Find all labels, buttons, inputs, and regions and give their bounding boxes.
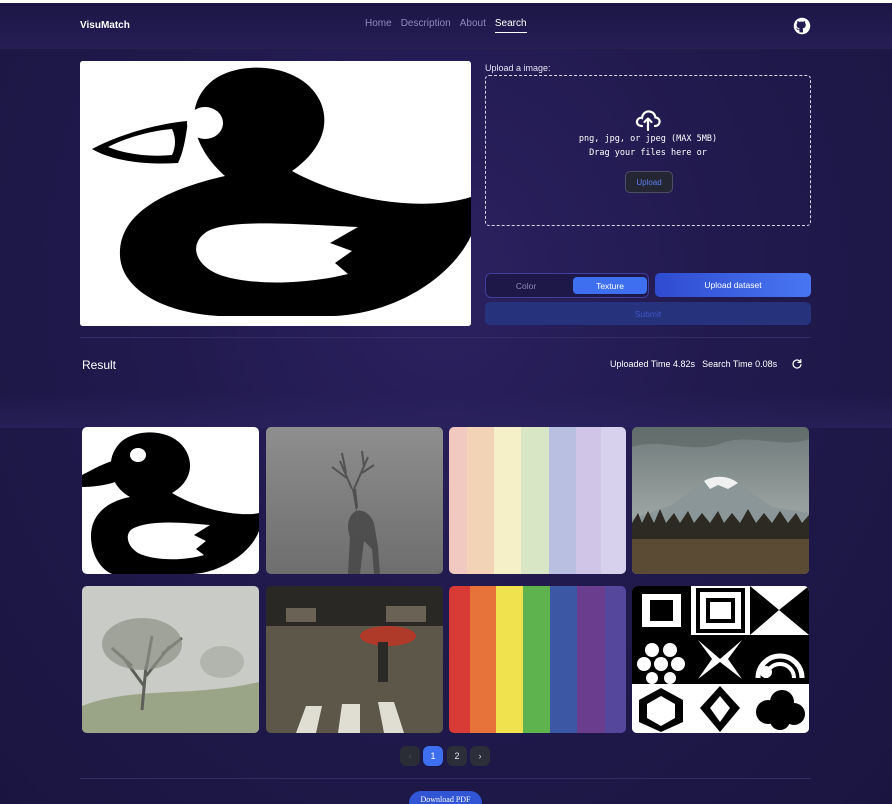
brand-logo[interactable]: VisuMatch bbox=[80, 20, 130, 31]
mode-color-button[interactable]: Color bbox=[490, 277, 562, 294]
github-icon[interactable] bbox=[793, 17, 811, 35]
uploaded-time: Uploaded Time 4.82s bbox=[610, 359, 696, 369]
nav-about[interactable]: About bbox=[460, 18, 486, 33]
upload-drag-hint: Drag your files here or bbox=[589, 148, 707, 158]
result-title: Result bbox=[82, 358, 117, 372]
deer-fog-thumbnail bbox=[266, 427, 443, 574]
rainy-crosswalk-thumbnail bbox=[266, 586, 443, 733]
mode-texture-button[interactable]: Texture bbox=[573, 277, 647, 294]
pagination-prev-button[interactable]: ‹ bbox=[400, 746, 420, 766]
pagination-page-2[interactable]: 2 bbox=[447, 746, 467, 766]
upload-format-hint: png, jpg, or jpeg (MAX 5MB) bbox=[578, 134, 718, 144]
result-image-1[interactable] bbox=[82, 427, 259, 574]
result-header-band bbox=[0, 392, 892, 428]
nav-links: Home Description About Search bbox=[365, 18, 527, 33]
footer-divider bbox=[80, 778, 811, 779]
result-timings: Uploaded Time 4.82s Search Time 0.08s bbox=[610, 359, 777, 369]
result-image-3[interactable] bbox=[449, 427, 626, 574]
foggy-tree-thumbnail bbox=[82, 586, 259, 733]
geometric-pattern-thumbnail bbox=[632, 586, 809, 733]
search-time: Search Time 0.08s bbox=[702, 359, 778, 369]
download-pdf-button[interactable]: Download PDF bbox=[409, 791, 482, 804]
result-image-4[interactable] bbox=[632, 427, 809, 574]
submit-button[interactable]: Submit bbox=[485, 302, 811, 325]
upload-button[interactable]: Upload bbox=[625, 171, 673, 193]
duck-thumbnail bbox=[82, 427, 259, 574]
nav-home[interactable]: Home bbox=[365, 18, 392, 33]
result-image-2[interactable] bbox=[266, 427, 443, 574]
nav-search[interactable]: Search bbox=[494, 18, 527, 33]
search-mode-toggle: Color Texture bbox=[485, 273, 649, 298]
query-image-preview bbox=[80, 61, 471, 326]
result-image-5[interactable] bbox=[82, 586, 259, 733]
section-divider bbox=[80, 337, 811, 338]
mountain-forest-thumbnail bbox=[632, 427, 809, 574]
pagination-next-button[interactable]: › bbox=[470, 746, 490, 766]
result-image-6[interactable] bbox=[266, 586, 443, 733]
file-dropzone[interactable]: png, jpg, or jpeg (MAX 5MB) Drag your fi… bbox=[485, 75, 811, 226]
duck-silhouette-image bbox=[80, 61, 471, 326]
upload-dataset-button[interactable]: Upload dataset bbox=[655, 273, 811, 297]
pastel-stripes-thumbnail bbox=[449, 427, 626, 574]
nav-description[interactable]: Description bbox=[401, 18, 451, 33]
result-image-8[interactable] bbox=[632, 586, 809, 733]
result-image-7[interactable] bbox=[449, 586, 626, 733]
cloud-upload-icon bbox=[635, 110, 661, 131]
pagination-page-1[interactable]: 1 bbox=[423, 746, 443, 766]
rainbow-stripes-thumbnail bbox=[449, 586, 626, 733]
navbar: VisuMatch Home Description About Search bbox=[0, 3, 892, 49]
refresh-icon[interactable] bbox=[791, 358, 803, 370]
upload-label: Upload a image: bbox=[485, 63, 551, 73]
